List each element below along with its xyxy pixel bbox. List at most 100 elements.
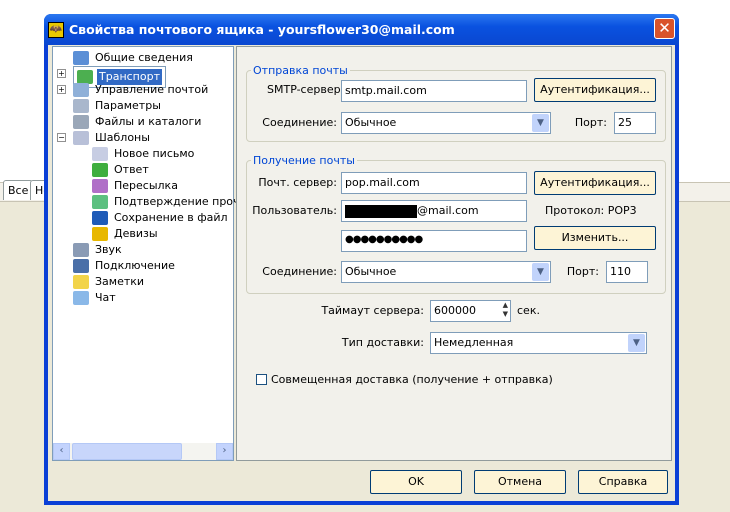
expand-icon[interactable]: +: [57, 85, 66, 94]
tree-item-label: Звук: [95, 243, 122, 256]
tree-item[interactable]: Шаблоны: [73, 130, 152, 146]
tree-item[interactable]: Управление почтой: [73, 82, 210, 98]
horizontal-scrollbar[interactable]: ‹ ›: [53, 443, 233, 460]
timeout-label: Таймаут сервера:: [321, 304, 424, 317]
expand-icon[interactable]: +: [57, 69, 66, 78]
spin-arrows-icon[interactable]: ▲ ▼: [503, 301, 508, 319]
background-tab-all[interactable]: Все: [3, 180, 34, 200]
chevron-down-icon[interactable]: ▼: [628, 334, 645, 352]
tree-item[interactable]: Заметки: [73, 274, 146, 290]
settings-list-icon: [73, 99, 89, 113]
send-auth-button[interactable]: Аутентификация...: [534, 78, 656, 102]
tree-item[interactable]: Параметры: [73, 98, 163, 114]
mail-manage-icon: [73, 83, 89, 97]
tree-item[interactable]: Общие сведения: [73, 50, 195, 66]
send-legend: Отправка почты: [253, 64, 348, 77]
receive-port-label: Порт:: [566, 265, 599, 278]
tree-item[interactable]: Сохранение в файл: [92, 210, 230, 226]
cancel-button[interactable]: Отмена: [474, 470, 566, 494]
scroll-right-button[interactable]: ›: [216, 443, 233, 460]
connection-icon: [73, 259, 89, 273]
tree-item-label: Подключение: [95, 259, 175, 272]
tree-item-label: Общие сведения: [95, 51, 193, 64]
scroll-left-button[interactable]: ‹: [53, 443, 70, 460]
tree-item-label: Девизы: [114, 227, 158, 240]
read-receipt-icon: [92, 195, 108, 209]
tree-item[interactable]: Подключение: [73, 258, 177, 274]
send-port-input[interactable]: 25: [614, 112, 656, 134]
ok-button[interactable]: OK: [370, 470, 462, 494]
tree-item-label: Подтверждение прочт: [114, 195, 246, 208]
timeout-unit: сек.: [517, 304, 540, 317]
transport-settings-panel: Отправка почты SMTP-сервер: smtp.mail.co…: [236, 46, 672, 461]
sound-icon: [73, 243, 89, 257]
change-password-button[interactable]: Изменить...: [534, 226, 656, 250]
delivery-type-select[interactable]: Немедленная ▼: [430, 332, 647, 354]
notes-icon: [73, 275, 89, 289]
tree-item-label: Пересылка: [114, 179, 178, 192]
protocol-value: POP3: [607, 204, 637, 217]
chat-icon: [73, 291, 89, 305]
user-input[interactable]: @mail.com: [341, 200, 527, 222]
pop-server-label: Почт. сервер:: [258, 176, 337, 189]
timeout-spinner[interactable]: 600000 ▲ ▼: [430, 300, 511, 322]
tree-item-label: Ответ: [114, 163, 149, 176]
send-connection-label: Соединение:: [262, 116, 337, 129]
protocol-label: Протокол: POP3: [545, 204, 637, 217]
delivery-label: Тип доставки:: [341, 336, 424, 349]
combined-delivery-label[interactable]: Совмещенная доставка (получение + отправ…: [271, 373, 553, 386]
tree-item-label: Заметки: [95, 275, 145, 288]
timeout-value: 600000: [434, 304, 476, 317]
tree-item[interactable]: Девизы: [92, 226, 160, 242]
title-bar[interactable]: 🦇 Свойства почтового ящика - yoursflower…: [44, 14, 679, 45]
send-connection-select[interactable]: Обычное ▼: [341, 112, 551, 134]
receive-port-input[interactable]: 110: [606, 261, 648, 283]
scroll-thumb[interactable]: [72, 443, 182, 460]
templates-icon: [73, 131, 89, 145]
send-port-label: Порт:: [574, 116, 607, 129]
user-card-icon: [73, 51, 89, 65]
tree-item[interactable]: Пересылка: [92, 178, 180, 194]
settings-tree: Общие сведения Транспорт + Управление почто…: [52, 46, 246, 461]
redacted-block: [345, 204, 417, 218]
receive-connection-label: Соединение:: [262, 265, 337, 278]
tree-item-label: Чат: [95, 291, 116, 304]
user-value: @mail.com: [417, 204, 479, 217]
user-label: Пользователь:: [252, 204, 337, 217]
tree-item[interactable]: Звук: [73, 242, 124, 258]
tree-item[interactable]: Подтверждение прочт: [92, 194, 248, 210]
folders-icon: [73, 115, 89, 129]
tree-item-label: Шаблоны: [95, 131, 150, 144]
tree-item-label: Параметры: [95, 99, 161, 112]
coins-icon: [92, 227, 108, 241]
mailbox-properties-dialog: 🦇 Свойства почтового ящика - yoursflower…: [44, 14, 679, 505]
send-connection-value: Обычное: [345, 116, 397, 129]
smtp-label: SMTP-сервер:: [267, 83, 345, 96]
tree-item[interactable]: Чат: [73, 290, 118, 306]
pop-server-input[interactable]: pop.mail.com: [341, 172, 527, 194]
chevron-down-icon[interactable]: ▼: [532, 114, 549, 132]
save-icon: [92, 211, 108, 225]
smtp-server-input[interactable]: smtp.mail.com: [341, 80, 527, 102]
receive-connection-select[interactable]: Обычное ▼: [341, 261, 551, 283]
chevron-down-icon[interactable]: ▼: [532, 263, 549, 281]
tree-item-label: Файлы и каталоги: [95, 115, 202, 128]
tree-item[interactable]: Новое письмо: [92, 146, 196, 162]
tree-item-label: Новое письмо: [114, 147, 195, 160]
collapse-icon[interactable]: −: [57, 133, 66, 142]
forward-icon: [92, 179, 108, 193]
tree-item[interactable]: Ответ: [92, 162, 151, 178]
tree-item[interactable]: Файлы и каталоги: [73, 114, 203, 130]
password-input[interactable]: ●●●●●●●●●●: [341, 230, 527, 252]
tree-item-label: Управление почтой: [95, 83, 209, 96]
help-button[interactable]: Справка: [578, 470, 668, 494]
delivery-value: Немедленная: [434, 336, 514, 349]
tree-item-label: Сохранение в файл: [114, 211, 228, 224]
new-letter-icon: [92, 147, 108, 161]
receive-legend: Получение почты: [253, 154, 355, 167]
reply-icon: [92, 163, 108, 177]
combined-delivery-checkbox[interactable]: [256, 374, 267, 385]
app-bat-icon: 🦇: [48, 21, 64, 38]
receive-auth-button[interactable]: Аутентификация...: [534, 171, 656, 195]
close-button[interactable]: ✕: [654, 18, 675, 39]
